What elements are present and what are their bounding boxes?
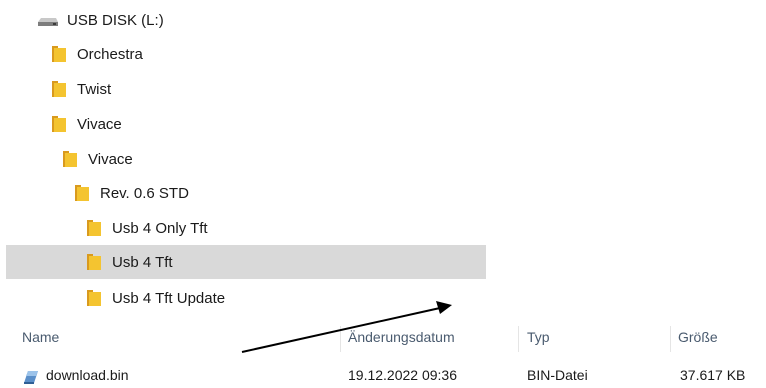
file-modified: 19.12.2022 09:36	[348, 367, 457, 383]
folder-icon	[52, 115, 67, 133]
tree-item-vivace[interactable]: Vivace	[52, 107, 122, 141]
folder-icon	[87, 219, 102, 237]
column-header-type[interactable]: Typ	[527, 329, 550, 345]
tree-item-usb4-only-tft[interactable]: Usb 4 Only Tft	[87, 211, 208, 245]
column-divider[interactable]	[340, 326, 341, 352]
tree-item-vivace-sub[interactable]: Vivace	[63, 142, 133, 176]
column-header-row: Name Änderungsdatum Typ Größe	[0, 318, 766, 358]
column-header-size[interactable]: Größe	[678, 329, 718, 345]
folder-icon	[52, 80, 67, 98]
tree-item-usb4-tft[interactable]: Usb 4 Tft	[6, 245, 486, 279]
tree-item-label: Usb 4 Tft Update	[112, 289, 226, 307]
folder-icon	[87, 289, 102, 307]
file-size: 37.617 KB	[680, 367, 746, 383]
column-divider[interactable]	[518, 326, 519, 352]
tree-item-label: Orchestra	[77, 45, 143, 63]
file-name: download.bin	[46, 367, 129, 383]
file-row[interactable]: download.bin 19.12.2022 09:36 BIN-Datei …	[0, 362, 766, 385]
folder-icon	[63, 150, 78, 168]
tree-item-label: USB DISK (L:)	[67, 11, 164, 29]
column-divider[interactable]	[670, 326, 671, 352]
tree-item-label: Vivace	[77, 115, 122, 133]
tree-item-label: Usb 4 Only Tft	[112, 219, 208, 237]
folder-icon	[87, 253, 102, 271]
column-header-modified[interactable]: Änderungsdatum	[348, 329, 455, 345]
tree-item-label: Twist	[77, 80, 112, 98]
usb-drive-icon	[37, 14, 59, 26]
tree-item-usb4-tft-update[interactable]: Usb 4 Tft Update	[87, 281, 225, 315]
folder-icon	[75, 184, 90, 202]
tree-item-label: Usb 4 Tft	[112, 253, 173, 271]
file-type: BIN-Datei	[527, 367, 588, 383]
tree-item-rev-06-std[interactable]: Rev. 0.6 STD	[75, 176, 189, 210]
folder-icon	[52, 45, 67, 63]
tree-item-orchestra[interactable]: Orchestra	[52, 37, 143, 71]
column-header-name[interactable]: Name	[22, 329, 59, 345]
bin-file-icon	[22, 367, 40, 385]
tree-item-label: Vivace	[88, 150, 133, 168]
tree-item-usb-disk[interactable]: USB DISK (L:)	[37, 3, 164, 37]
tree-item-label: Rev. 0.6 STD	[100, 184, 189, 202]
tree-item-twist[interactable]: Twist	[52, 72, 111, 106]
